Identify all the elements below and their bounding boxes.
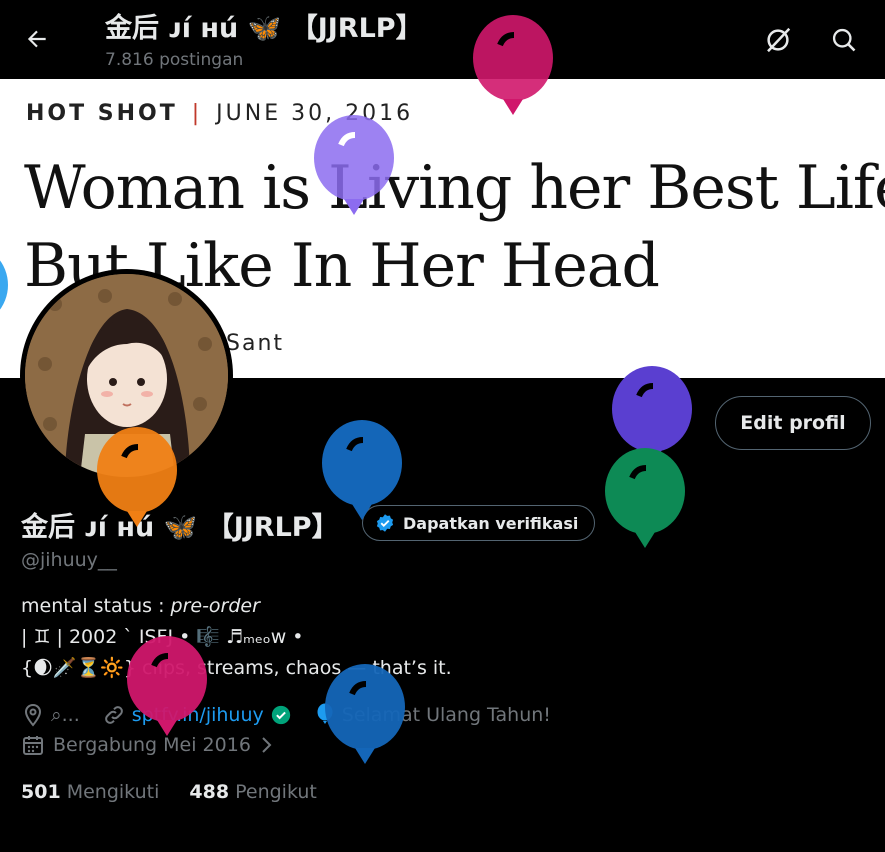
following-link[interactable]: 501 Mengikuti xyxy=(21,781,159,803)
banner-byline: Sant xyxy=(226,331,285,356)
bio-line-1-italic: pre-order xyxy=(170,595,260,617)
bio-line-1-prefix: mental status : xyxy=(21,595,171,617)
balloon-purple-banner xyxy=(314,115,394,215)
balloon-magenta-bottom xyxy=(127,636,207,736)
followers-link[interactable]: 488 Pengikut xyxy=(189,781,316,803)
grok-button[interactable] xyxy=(760,22,796,58)
followers-count: 488 xyxy=(189,781,230,803)
back-button[interactable] xyxy=(20,22,54,56)
balloon-green xyxy=(605,448,685,548)
header-title: 金后 ᴊí ʜú 🦋 【JJRLP】 xyxy=(105,13,423,44)
edit-profile-button[interactable]: Edit profil xyxy=(715,396,871,450)
location-icon xyxy=(24,703,42,727)
top-bar: 金后 ᴊí ʜú 🦋 【JJRLP】 7.816 postingan xyxy=(0,0,885,79)
following-count: 501 xyxy=(21,781,61,803)
balloon-blue-center xyxy=(322,420,402,520)
balloon-pink-top xyxy=(473,15,553,115)
balloon-blue-edge xyxy=(0,260,8,310)
profile-meta-row: ⌕... sptfy.in/jihuuy Selamat Ulang Tahun… xyxy=(21,703,573,727)
balloon-orange xyxy=(97,427,177,527)
grok-icon xyxy=(767,27,791,53)
username-handle: @jihuuy__ xyxy=(21,549,117,571)
location-text: ⌕... xyxy=(51,704,80,726)
get-verified-label: Dapatkan verifikasi xyxy=(403,513,579,533)
link-icon xyxy=(104,706,123,724)
banner-headline-line1: Woman is Living her Best Life. xyxy=(24,153,885,223)
banner-divider: | xyxy=(191,101,203,126)
search-button[interactable] xyxy=(826,22,862,58)
followers-label: Pengikut xyxy=(235,781,317,803)
following-label: Mengikuti xyxy=(66,781,160,803)
follow-stats: 501 Mengikuti 488 Pengikut xyxy=(21,781,317,803)
back-arrow-icon xyxy=(27,30,46,48)
balloon-blue-bottom xyxy=(325,664,405,764)
calendar-icon xyxy=(23,736,43,755)
post-count: 7.816 postingan xyxy=(105,50,244,70)
search-icon xyxy=(832,28,856,52)
display-name: 金后 ᴊí ʜú 🦋 【JJRLP】 xyxy=(21,512,339,543)
verified-link-icon xyxy=(271,705,290,725)
bio-line-1: mental status : pre-order xyxy=(21,595,260,617)
chevron-right-icon[interactable] xyxy=(259,735,275,755)
banner-kicker-label: HOT SHOT xyxy=(26,101,178,126)
location-item: ⌕... xyxy=(21,703,80,727)
